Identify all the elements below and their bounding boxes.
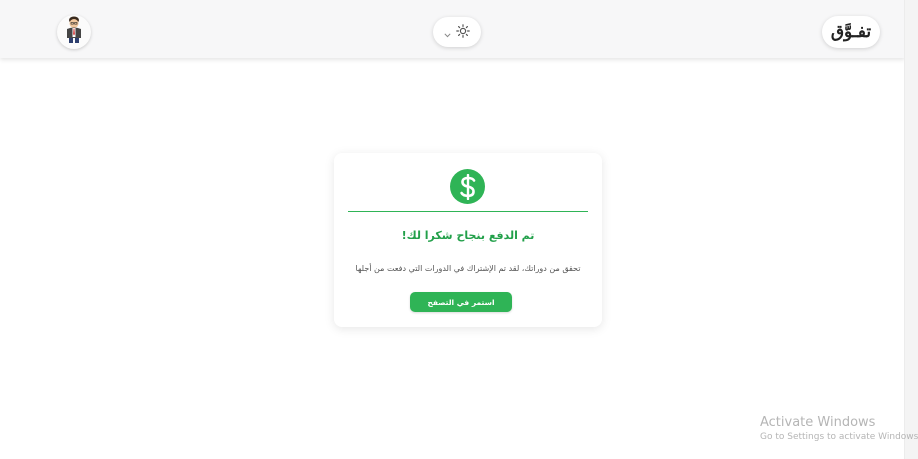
payment-success-title: تم الدفع بنجاح شكرا لك! [401, 229, 535, 242]
logo-text: تفـوَّق [830, 22, 872, 42]
theme-toggle-button[interactable] [433, 17, 481, 47]
dollar-circle-icon [450, 169, 485, 204]
page-scrollbar[interactable] [904, 0, 918, 459]
sun-icon [456, 23, 470, 42]
activate-windows-subtitle: Go to Settings to activate Windows. [760, 432, 918, 442]
chevron-down-icon [444, 23, 451, 42]
activate-windows-title: Activate Windows [760, 415, 876, 430]
payment-success-description: تحقق من دوراتك، لقد تم الإشتراك في الدور… [355, 264, 581, 273]
user-avatar[interactable] [57, 15, 91, 49]
site-logo[interactable]: تفـوَّق [822, 16, 880, 48]
activate-windows-watermark: Activate Windows Go to Settings to activ… [760, 415, 918, 442]
payment-success-card: تم الدفع بنجاح شكرا لك! تحقق من دوراتك، … [334, 153, 602, 327]
user-avatar-icon [64, 16, 84, 48]
continue-browsing-button[interactable]: استمر في التصفح [410, 292, 512, 312]
top-navbar: تفـوَّق [0, 0, 905, 58]
card-divider [348, 211, 588, 212]
